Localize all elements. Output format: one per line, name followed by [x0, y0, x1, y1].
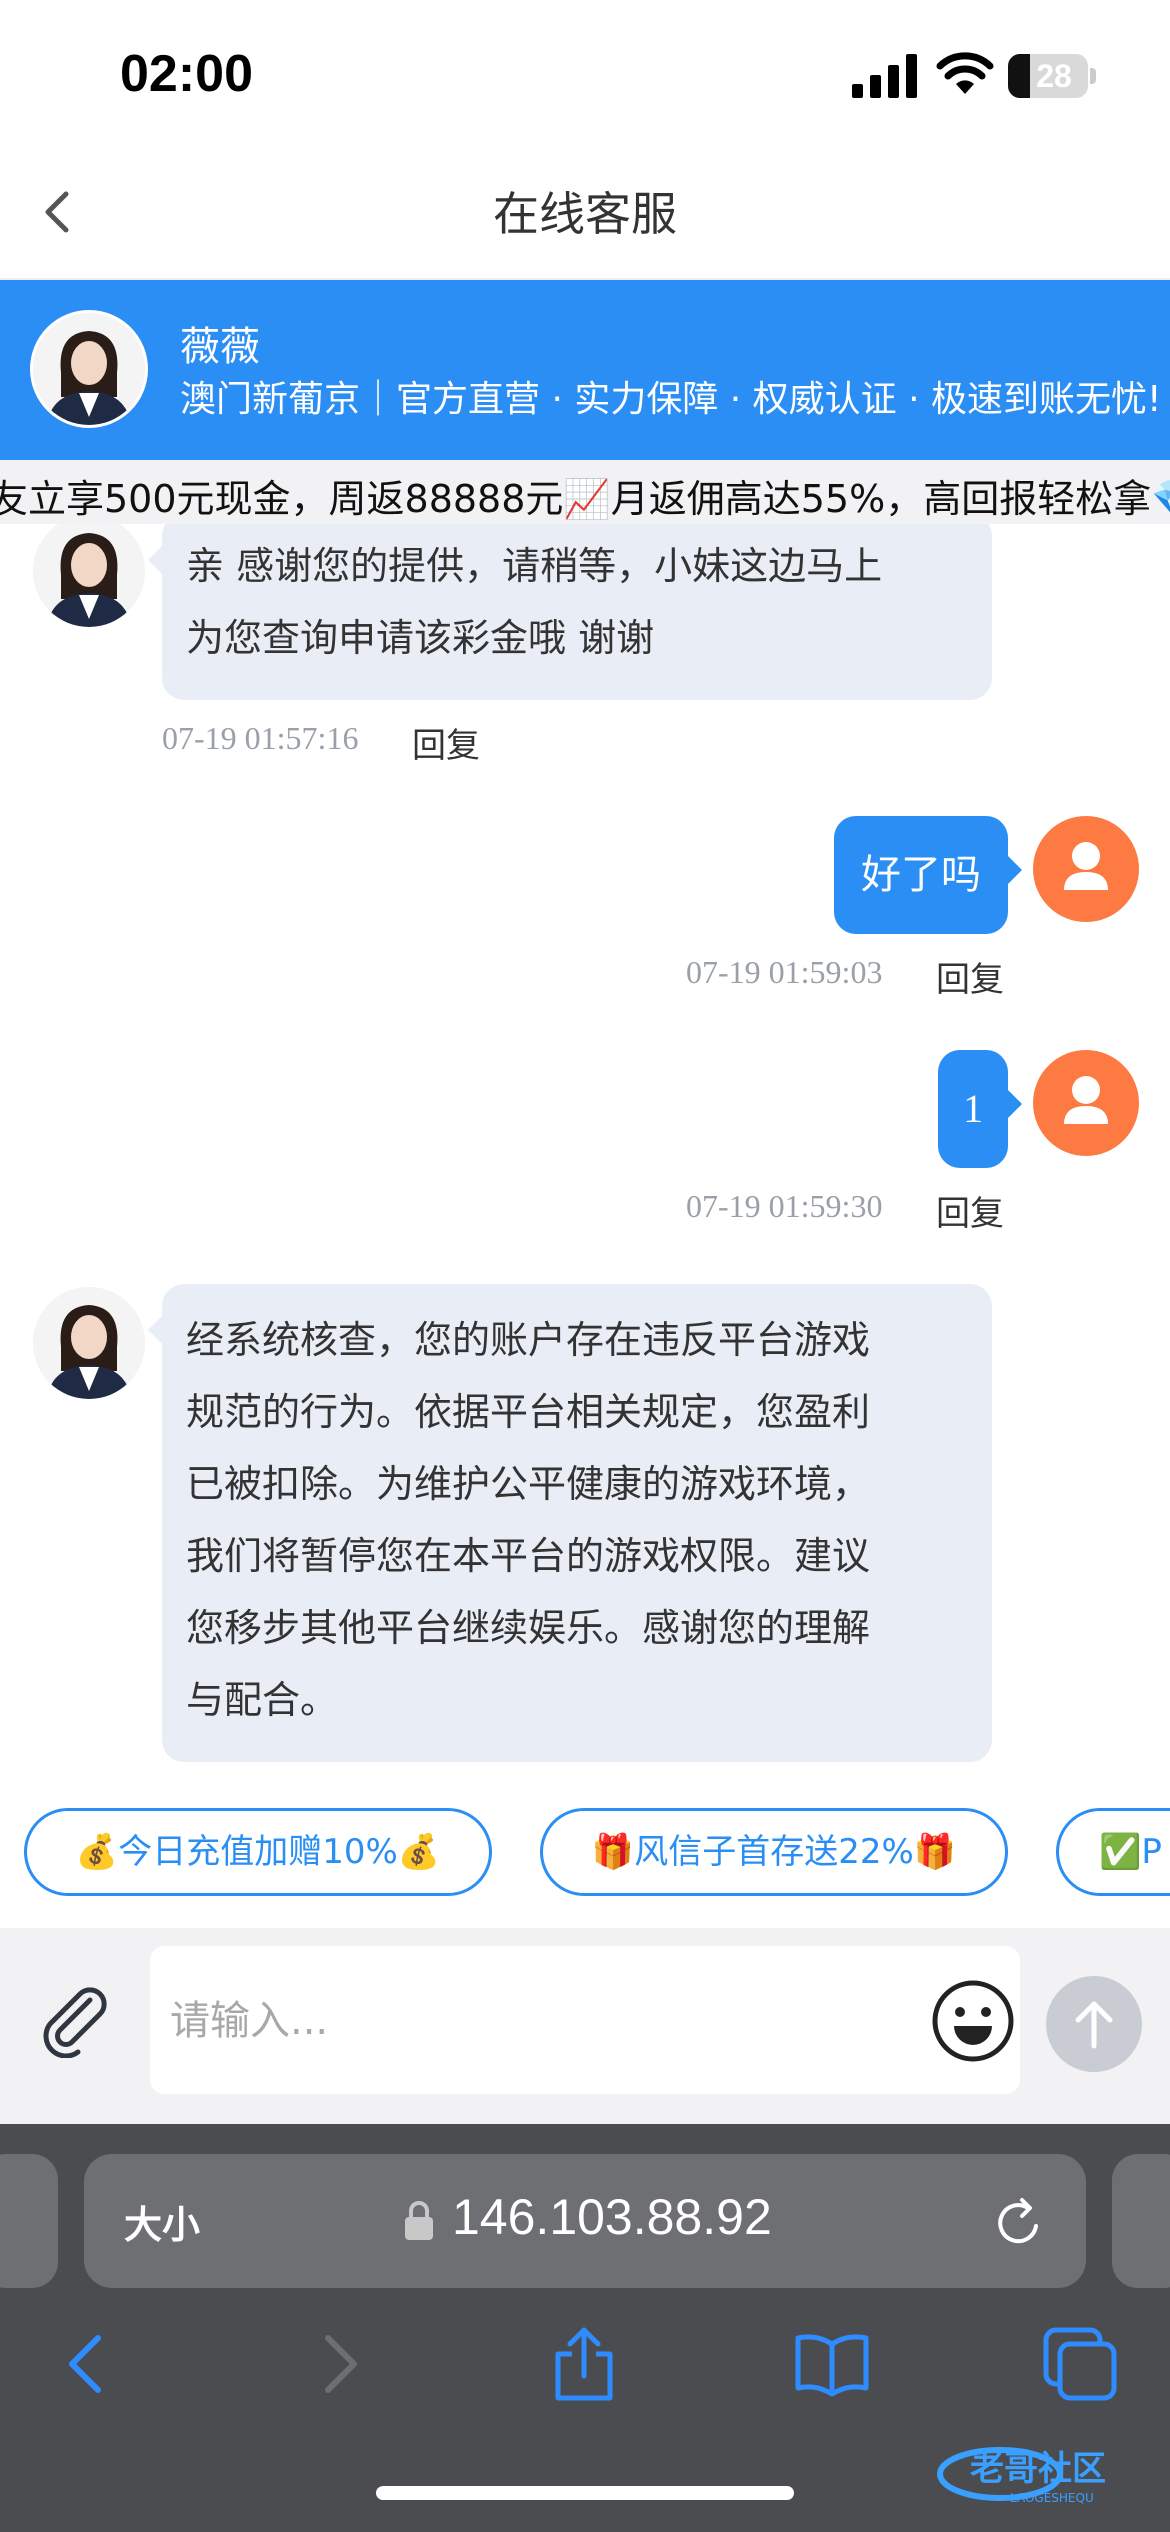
url-text: 146.103.88.92 [452, 2189, 772, 2245]
nav-header: 在线客服 [0, 150, 1170, 280]
reply-link[interactable]: 回复 [936, 952, 1004, 1001]
message-line: 已被扣除。为维护公平健康的游戏环境， [186, 1462, 871, 1506]
agent-avatar [30, 310, 148, 428]
cellular-signal-icon [852, 54, 917, 98]
user-message-bubble[interactable]: 好了吗 [834, 816, 1022, 934]
share-icon[interactable] [544, 2324, 624, 2404]
battery-tip [1090, 68, 1096, 84]
home-indicator [376, 2486, 794, 2500]
quick-reply-bar: 💰今日充值加赠10%💰 🎁风信子首存送22%🎁 ✅P [0, 1778, 1170, 1928]
input-box [150, 1946, 1020, 2094]
agent-banner: 薇薇 澳门新葡京｜官方直营 · 实力保障 · 权威认证 · 极速到账无忧! [0, 280, 1170, 460]
agent-avatar [30, 524, 148, 630]
user-avatar [1033, 1050, 1139, 1156]
status-bar: 02:00 28 [0, 0, 1170, 150]
promo-marquee: 友立享500元现金，周返88888元📈月返佣高达55%，高回报轻松拿💎 [0, 460, 1170, 524]
message-text: 1 [963, 1086, 983, 1131]
next-tab-preview[interactable] [1112, 2154, 1170, 2288]
message-timestamp: 07-19 01:59:03 [686, 954, 883, 990]
user-avatar [1033, 816, 1139, 922]
message-line: 与配合。 [186, 1678, 339, 1722]
svg-text:老哥社区: 老哥社区 [970, 2449, 1106, 2489]
user-message-bubble[interactable]: 1 [938, 1050, 1022, 1168]
watermark-logo: 老哥社区 LAOGESHEQU [930, 2430, 1160, 2510]
agent-avatar [30, 1284, 148, 1402]
message-line: 我们将暂停您在本平台的游戏权限。建议 [186, 1534, 871, 1578]
wifi-icon [936, 52, 994, 94]
agent-name: 薇薇 [180, 324, 260, 370]
message-line: 规范的行为。依据平台相关规定，您盈利 [186, 1390, 871, 1434]
marquee-text: 友立享500元现金，周返88888元📈月返佣高达55%，高回报轻松拿💎 [0, 477, 1170, 521]
emoji-icon[interactable] [930, 1978, 1016, 2064]
chat-messages[interactable]: 亲 感谢您的提供，请稍等，小妹这边马上 为您查询申请该彩金哦 谢谢 07-19 … [0, 524, 1170, 1778]
message-line: 经系统核查，您的账户存在违反平台游戏 [186, 1318, 871, 1362]
quick-button-first-deposit[interactable]: 🎁风信子首存送22%🎁 [540, 1808, 1008, 1896]
battery-percent: 28 [1036, 58, 1072, 94]
bookmarks-icon[interactable] [792, 2324, 872, 2404]
message-line: 亲 感谢您的提供，请稍等，小妹这边马上 [186, 544, 883, 588]
quick-button-more[interactable]: ✅P [1056, 1808, 1170, 1896]
text-size-button[interactable]: 大小 [124, 2194, 200, 2249]
browser-forward-icon[interactable] [298, 2324, 378, 2404]
send-button[interactable] [1046, 1976, 1142, 2072]
message-timestamp: 07-19 01:57:16 [162, 720, 359, 756]
address-bar[interactable]: 大小 146.103.88.92 [84, 2154, 1086, 2288]
quick-button-recharge-bonus[interactable]: 💰今日充值加赠10%💰 [24, 1808, 492, 1896]
arrow-up-icon [1075, 2001, 1113, 2049]
battery-icon: 28 [1008, 54, 1088, 98]
page-title: 在线客服 [493, 187, 677, 241]
agent-message-bubble[interactable]: 经系统核查，您的账户存在违反平台游戏 规范的行为。依据平台相关规定，您盈利 已被… [148, 1284, 992, 1762]
reload-icon[interactable] [992, 2194, 1046, 2250]
message-text: 好了吗 [861, 852, 981, 898]
svg-text:LAOGESHEQU: LAOGESHEQU [1010, 2491, 1094, 2505]
message-line: 为您查询申请该彩金哦 谢谢 [186, 616, 655, 660]
user-icon [1064, 1076, 1108, 1124]
tabs-icon[interactable] [1040, 2324, 1120, 2404]
reply-link[interactable]: 回复 [936, 1186, 1004, 1235]
paperclip-icon[interactable] [34, 1978, 114, 2058]
agent-message-bubble[interactable]: 亲 感谢您的提供，请稍等，小妹这边马上 为您查询申请该彩金哦 谢谢 [148, 524, 992, 700]
message-input-bar [0, 1928, 1170, 2124]
reply-link[interactable]: 回复 [412, 718, 480, 767]
agent-description: 澳门新葡京｜官方直营 · 实力保障 · 权威认证 · 极速到账无忧! [180, 379, 1162, 420]
previous-tab-preview[interactable] [0, 2154, 58, 2288]
browser-back-icon[interactable] [48, 2324, 128, 2404]
message-input[interactable] [168, 1980, 872, 2062]
message-timestamp: 07-19 01:59:30 [686, 1188, 883, 1224]
message-line: 您移步其他平台继续娱乐。感谢您的理解 [186, 1606, 871, 1650]
user-icon [1064, 842, 1108, 890]
lock-icon [405, 2201, 433, 2240]
status-time: 02:00 [120, 45, 253, 103]
